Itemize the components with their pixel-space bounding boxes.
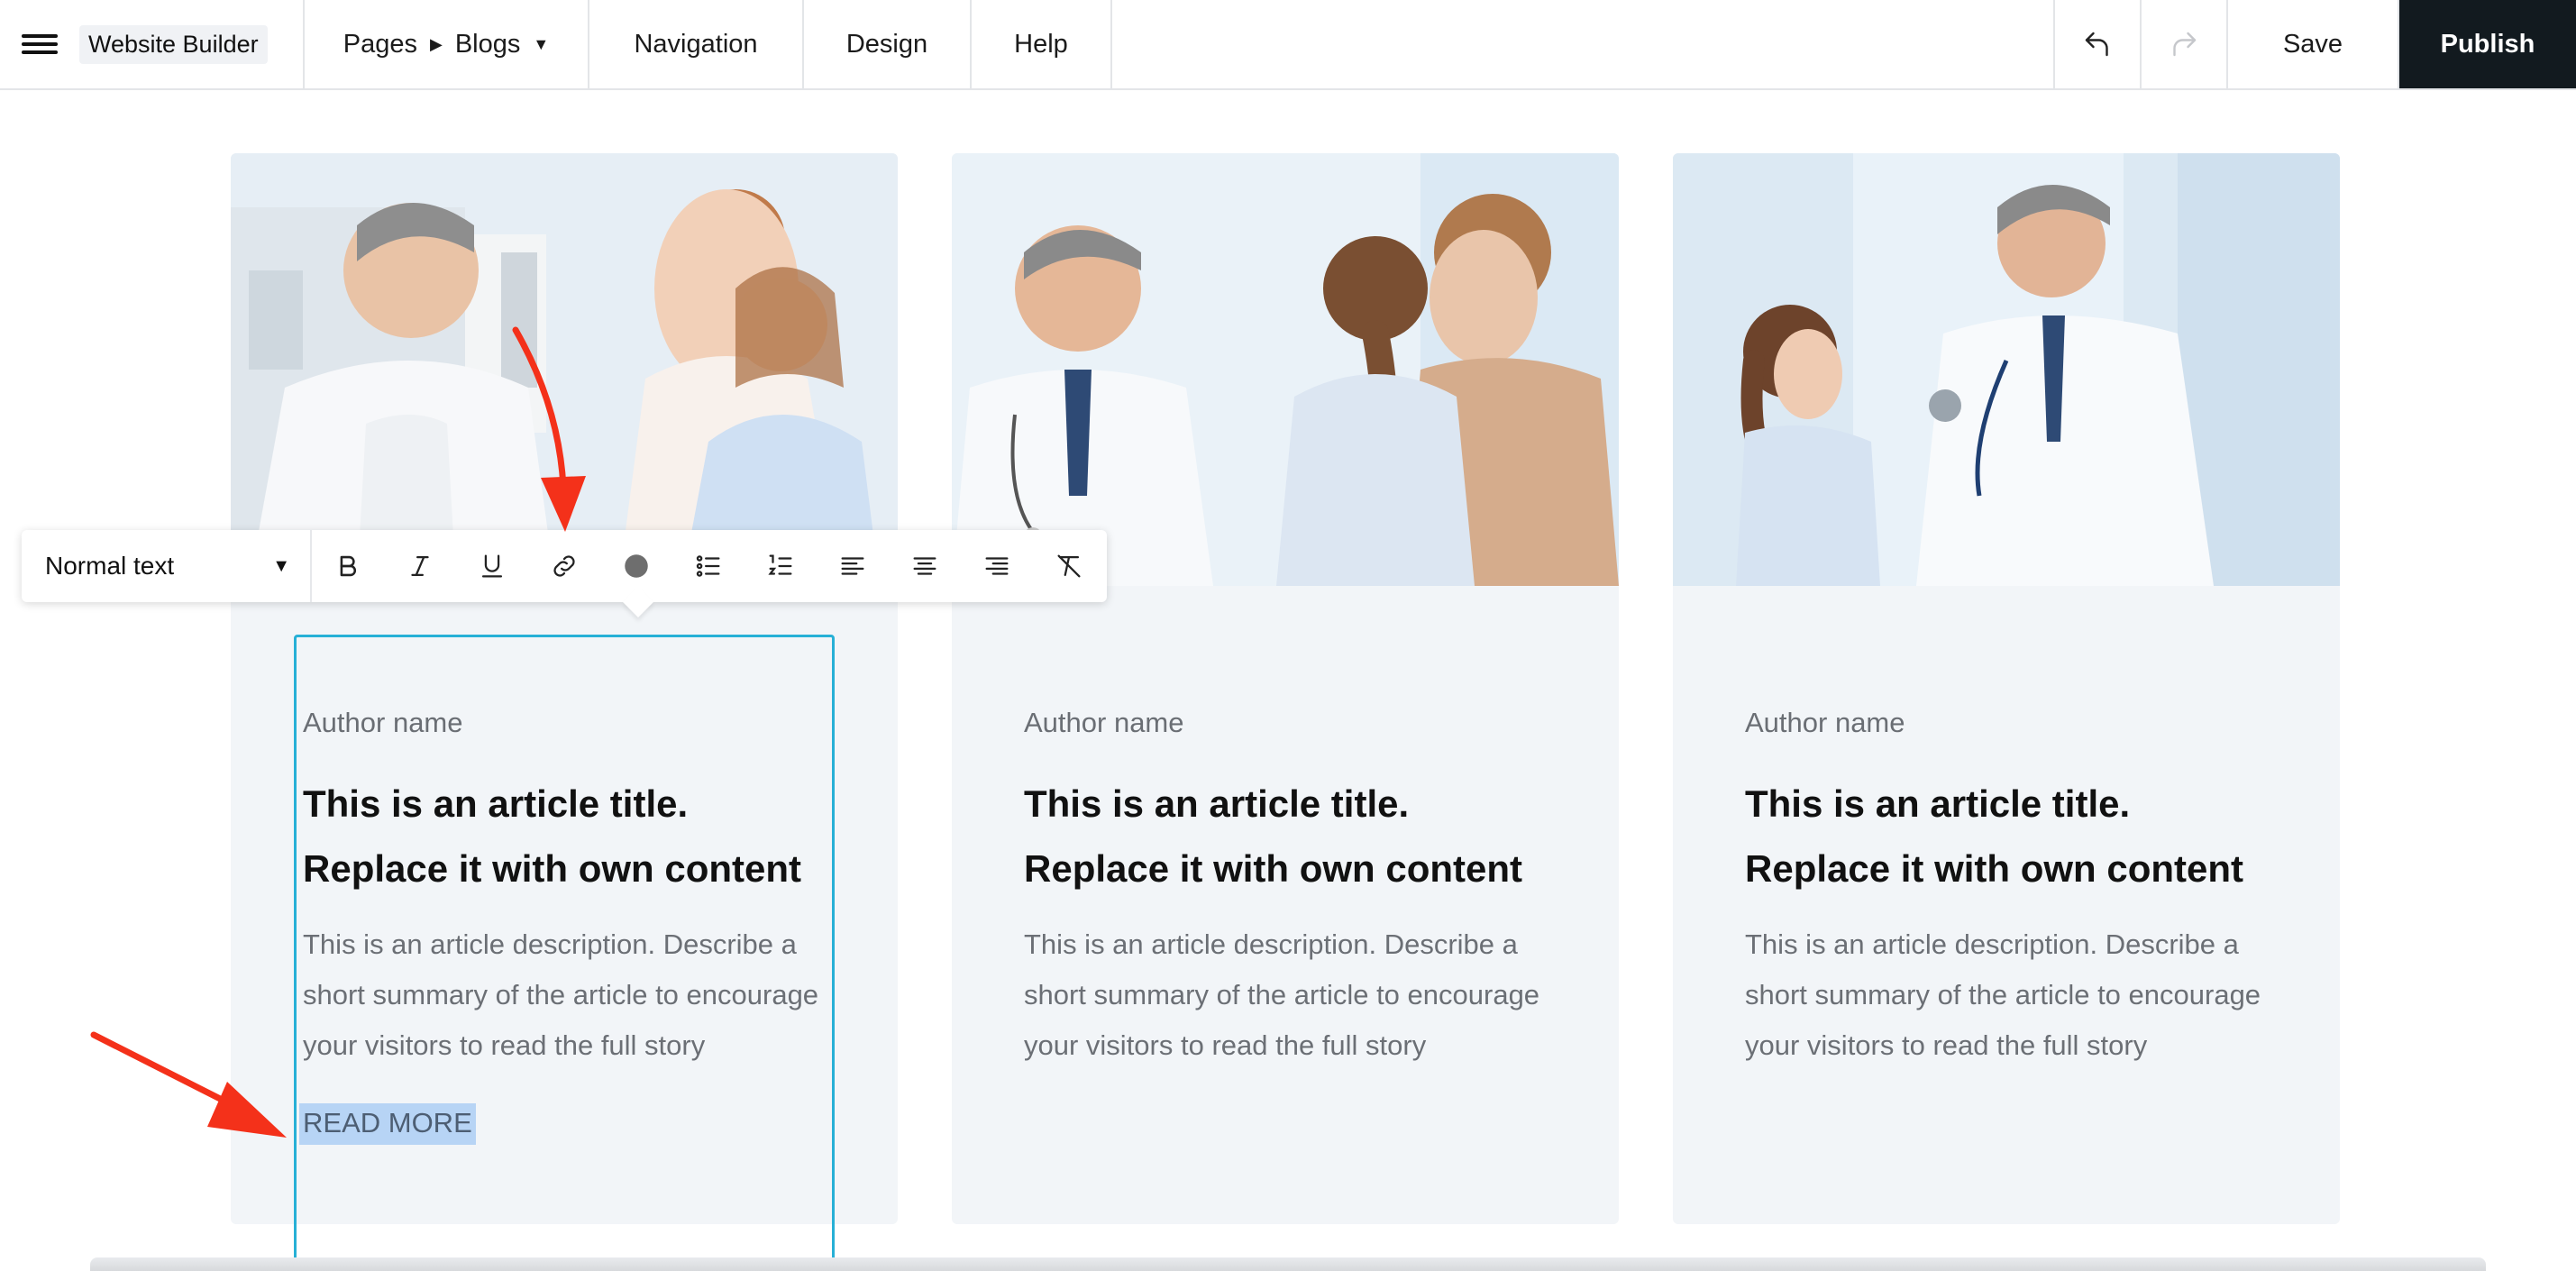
card-body: Author name This is an article title. Re… — [1745, 707, 2286, 1071]
card-body: Author name This is an article title. Re… — [1024, 707, 1565, 1071]
align-left-icon — [841, 557, 864, 575]
align-center-button[interactable] — [889, 530, 961, 602]
link-button[interactable] — [528, 530, 600, 602]
title-line: This is an article title. — [1745, 782, 2131, 825]
topbar-spacer — [1112, 0, 2055, 88]
author-name[interactable]: Author name — [1024, 707, 1565, 757]
title-line: Replace it with own content — [1745, 847, 2244, 890]
blog-card[interactable]: Author name This is an article title. Re… — [231, 153, 898, 1224]
article-description[interactable]: This is an article description. Describe… — [1745, 919, 2286, 1071]
page-canvas: Author name This is an article title. Re… — [0, 90, 2576, 1271]
undo-button[interactable] — [2055, 0, 2142, 88]
numbered-list-button[interactable] — [744, 530, 817, 602]
text-color-icon — [625, 554, 648, 578]
align-center-icon — [913, 557, 936, 575]
link-icon — [553, 555, 575, 577]
article-title[interactable]: This is an article title. Replace it wit… — [1745, 772, 2286, 901]
card-body: Author name This is an article title. Re… — [299, 707, 844, 1145]
align-right-icon — [985, 557, 1009, 575]
save-button[interactable]: Save — [2228, 0, 2399, 88]
text-color-button[interactable] — [600, 530, 672, 602]
underline-icon — [481, 554, 503, 578]
read-more-link[interactable]: READ MORE — [299, 1103, 476, 1145]
redo-icon — [2173, 32, 2197, 57]
author-name[interactable]: Author name — [303, 707, 844, 757]
design-menu[interactable]: Design — [804, 0, 972, 88]
article-description[interactable]: This is an article description. Describe… — [303, 919, 844, 1071]
align-right-button[interactable] — [961, 530, 1033, 602]
article-image — [1673, 153, 2340, 586]
title-line: This is an article title. — [303, 782, 689, 825]
text-style-value: Normal text — [45, 552, 175, 580]
blog-card[interactable]: Author name This is an article title. Re… — [952, 153, 1619, 1224]
bold-button[interactable] — [312, 530, 384, 602]
publish-button[interactable]: Publish — [2399, 0, 2576, 88]
align-left-button[interactable] — [817, 530, 889, 602]
pages-breadcrumb[interactable]: Pages ▶ Blogs ▼ — [305, 0, 589, 88]
text-format-toolbar: Normal text ▼ — [22, 530, 1107, 602]
chevron-down-icon: ▼ — [533, 34, 550, 53]
clear-format-button[interactable] — [1033, 530, 1105, 602]
clear-format-icon — [1057, 554, 1081, 578]
pages-label: Pages — [343, 29, 417, 59]
title-line: Replace it with own content — [1024, 847, 1523, 890]
text-style-select[interactable]: Normal text ▼ — [22, 530, 312, 602]
title-line: This is an article title. — [1024, 782, 1410, 825]
chevron-right-icon: ▶ — [430, 34, 443, 53]
bullet-list-button[interactable] — [672, 530, 744, 602]
article-title[interactable]: This is an article title. Replace it wit… — [303, 772, 844, 901]
title-line: Replace it with own content — [303, 847, 802, 890]
top-bar: Website Builder Pages ▶ Blogs ▼ Navigati… — [0, 0, 2576, 90]
blog-card[interactable]: Author name This is an article title. Re… — [1673, 153, 2340, 1224]
italic-button[interactable] — [384, 530, 456, 602]
author-name[interactable]: Author name — [1745, 707, 2286, 757]
canvas-bottom-edge — [90, 1257, 2486, 1271]
undo-icon — [2085, 32, 2108, 57]
italic-icon — [411, 555, 429, 577]
navigation-menu[interactable]: Navigation — [589, 0, 804, 88]
article-title[interactable]: This is an article title. Replace it wit… — [1024, 772, 1565, 901]
bullet-list-icon — [696, 555, 720, 577]
underline-button[interactable] — [456, 530, 528, 602]
brand: Website Builder — [79, 0, 305, 88]
caret-down-icon: ▼ — [272, 555, 290, 576]
redo-button[interactable] — [2142, 0, 2228, 88]
bold-icon — [340, 555, 356, 577]
numbered-list-icon — [768, 554, 792, 575]
help-menu[interactable]: Help — [972, 0, 1112, 88]
brand-label: Website Builder — [79, 24, 268, 64]
article-description[interactable]: This is an article description. Describe… — [1024, 919, 1565, 1071]
menu-icon[interactable] — [0, 0, 79, 88]
article-image — [952, 153, 1619, 586]
article-image — [231, 153, 898, 586]
current-page-label: Blogs — [454, 29, 521, 59]
